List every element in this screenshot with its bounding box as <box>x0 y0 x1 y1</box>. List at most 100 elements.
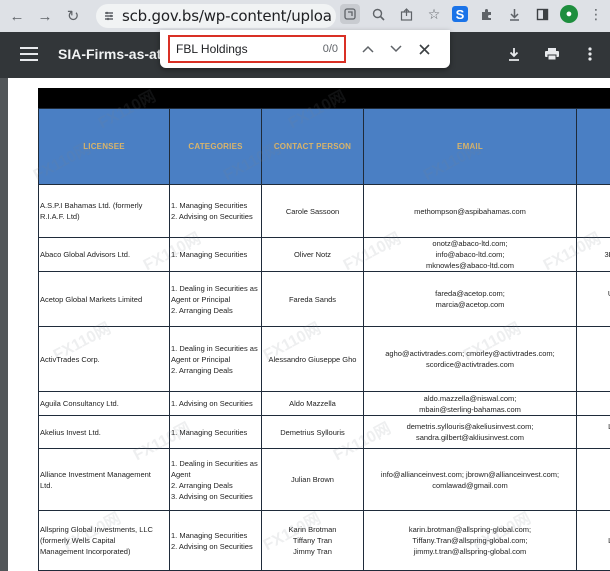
cell-licensee: Allspring Global Investments, LLC (former… <box>38 510 170 571</box>
cell-address-line: Centre, <box>578 474 610 485</box>
table-row: Allspring Global Investments, LLC (former… <box>38 510 610 571</box>
cell-contact-person-line: Karin Brotman <box>288 525 337 534</box>
cell-contact-person-line: Oliver Notz <box>293 250 332 259</box>
cell-address-line: 3B One S <box>604 250 610 259</box>
cell-contact-person: Alessandro Giuseppe Gho <box>261 326 364 392</box>
table-row: A.S.P.I Bahamas Ltd. (formerly R.I.A.F. L… <box>38 184 610 238</box>
cell-email: agho@activtrades.com; cmorley@activtrade… <box>363 326 577 392</box>
more-options-icon[interactable] <box>580 44 600 64</box>
bookmark-star-icon[interactable]: ☆ <box>424 4 444 24</box>
forward-arrow-icon[interactable]: → <box>34 5 56 27</box>
cell-licensee-line: Acetop Global Markets Limited <box>40 294 143 304</box>
cell-email-line: scordice@activtrades.com <box>425 360 515 369</box>
cell-email: fareda@acetop.com; marcia@acetop.com <box>363 271 577 327</box>
cell-email: onotz@abaco-ltd.com; info@abaco-ltd.com; m… <box>363 237 577 272</box>
cell-categories-line: 2. Advising on Securities <box>171 541 253 551</box>
pdf-page: LICENSEE CATEGORIES CONTACT PERSON EMAIL… <box>8 78 610 571</box>
cell-licensee-line: Alliance Investment Management <box>40 469 151 479</box>
download-icon[interactable] <box>504 4 524 24</box>
cell-categories-line: 2. Advising on Securities <box>171 212 253 221</box>
header-contact-person: CONTACT PERSON <box>261 108 364 185</box>
profile-avatar-icon[interactable]: ● <box>560 5 578 23</box>
cell-email-line: onotz@abaco-ltd.com; <box>432 239 508 248</box>
cell-contact-person: Julian Brown <box>261 448 364 511</box>
cell-email-line: aldo.mazzella@niswal.com; <box>423 393 517 403</box>
cell-licensee: Acetop Global Markets Limited <box>38 271 170 327</box>
find-close-icon[interactable] <box>416 39 432 59</box>
find-input[interactable]: FBL Holdings 0/0 <box>168 35 346 63</box>
cell-address-line: Sandyp <box>578 299 610 310</box>
cell-address: GroundE <box>576 184 610 238</box>
cell-email-line: methompson@aspibahamas.com <box>414 206 526 216</box>
cell-licensee-line: Aguila Consultancy Ltd. <box>40 399 119 408</box>
cell-address: Unit 9, NSandyp <box>576 271 610 327</box>
url-text: scb.gov.bs/wp-content/uploads/20... <box>122 7 332 25</box>
cell-email: karin.brotman@allspring-global.com; Tiffa… <box>363 510 577 571</box>
pdf-download-icon[interactable] <box>504 44 524 64</box>
cell-categories-line: Agent or Principal <box>171 354 231 364</box>
reload-icon[interactable]: ↻ <box>62 5 84 27</box>
find-previous-chevron-up-icon[interactable] <box>360 39 376 59</box>
cell-categories: 1. Managing Securities 2. Advising on Sec… <box>169 184 262 238</box>
cell-contact-person: Oliver Notz <box>261 237 364 272</box>
cell-email-line: jimmy.t.tran@allspring-global.com <box>413 547 527 556</box>
cell-licensee: Akelius Invest Ltd. <box>38 415 170 449</box>
cell-categories-line: 1. Dealing in Securities as <box>171 283 258 293</box>
cell-categories-line: 1. Advising on Securities <box>171 399 253 408</box>
cell-email-line: demetris.syllouris@akeliusinvest.com; <box>406 422 534 431</box>
cell-contact-person-line: Julian Brown <box>291 475 334 484</box>
cell-categories-line: 1. Managing Securities <box>171 530 248 540</box>
cell-email-line: sandra.gilbert@akliusinvest.com <box>415 433 525 442</box>
cell-categories: 1. Advising on Securities <box>169 391 262 416</box>
cell-contact-person-line: Jimmy Tran <box>293 547 332 556</box>
cell-licensee-line: (formerly Wells Capital <box>40 536 116 545</box>
cell-categories: 1. Dealing in Securities as Agent 2. Arran… <box>169 448 262 511</box>
chrome-menu-icon[interactable]: ⋮ <box>586 4 606 24</box>
cell-address-line: E <box>578 211 610 222</box>
extensions-puzzle-icon[interactable] <box>476 4 496 24</box>
extension-s-icon[interactable]: S <box>452 6 468 22</box>
table-row: Aguila Consultancy Ltd. 1. Advising on Se… <box>38 391 610 416</box>
cell-address-line: 209/2 <box>578 348 610 359</box>
share-icon[interactable] <box>396 4 416 24</box>
site-info-icon[interactable] <box>102 9 116 23</box>
cell-address: 3B One S <box>576 237 610 272</box>
cell-address-line: Ca <box>578 485 610 496</box>
address-bar[interactable]: scb.gov.bs/wp-content/uploads/20... <box>96 4 336 28</box>
cell-categories-line: 1. Dealing in Securities as <box>171 458 258 468</box>
find-next-chevron-down-icon[interactable] <box>388 39 404 59</box>
cell-email-line: info@abaco-ltd.com; <box>435 250 505 259</box>
find-match-count: 0/0 <box>322 43 338 55</box>
print-icon[interactable] <box>542 44 562 64</box>
find-bar: FBL Holdings 0/0 <box>160 30 450 68</box>
back-arrow-icon[interactable]: ← <box>6 5 28 27</box>
cell-licensee-line: Abaco Global Advisors Ltd. <box>40 250 131 259</box>
table-title-bar <box>38 88 610 108</box>
cell-contact-person-line: Aldo Mazzella <box>289 399 336 408</box>
open-in-app-icon[interactable] <box>340 4 360 24</box>
cell-address-line: Suite 20 <box>578 393 610 404</box>
cell-address-line: Street <box>578 404 610 415</box>
cell-address: CarmCentre,Ca <box>576 448 610 511</box>
table-row: Akelius Invest Ltd. 1. Managing Securitie… <box>38 415 610 449</box>
pdf-viewport[interactable]: LICENSEE CATEGORIES CONTACT PERSON EMAIL… <box>0 78 610 571</box>
cell-contact-person: Carole Sassoon <box>261 184 364 238</box>
cell-licensee: Abaco Global Advisors Ltd. <box>38 237 170 272</box>
cell-licensee: Aguila Consultancy Ltd. <box>38 391 170 416</box>
side-panel-icon[interactable] <box>532 4 552 24</box>
pdf-title: SIA-Firms-as-at-28 <box>58 46 168 62</box>
zoom-icon[interactable] <box>368 4 388 24</box>
cell-email: methompson@aspibahamas.com <box>363 184 577 238</box>
cell-address-line: Carm <box>578 463 610 474</box>
table-row: Alliance Investment Management Ltd. 1. Dea… <box>38 448 610 511</box>
cell-address-line: Sandy <box>578 359 610 370</box>
cell-licensee-line: Allspring Global Investments, LLC <box>40 525 153 534</box>
cell-categories-line: Agent <box>171 469 191 479</box>
cell-licensee-line: Management Incorporated) <box>40 547 131 556</box>
cell-email-line: mknowles@abaco-ltd.com <box>425 261 515 270</box>
cell-address: 209/2Sandy <box>576 326 610 392</box>
menu-icon[interactable] <box>20 47 38 61</box>
header-email: EMAIL <box>363 108 577 185</box>
cell-categories: 1. Managing Securities 2. Advising on Sec… <box>169 510 262 571</box>
cell-contact-person-line: Carole Sassoon <box>285 206 340 216</box>
